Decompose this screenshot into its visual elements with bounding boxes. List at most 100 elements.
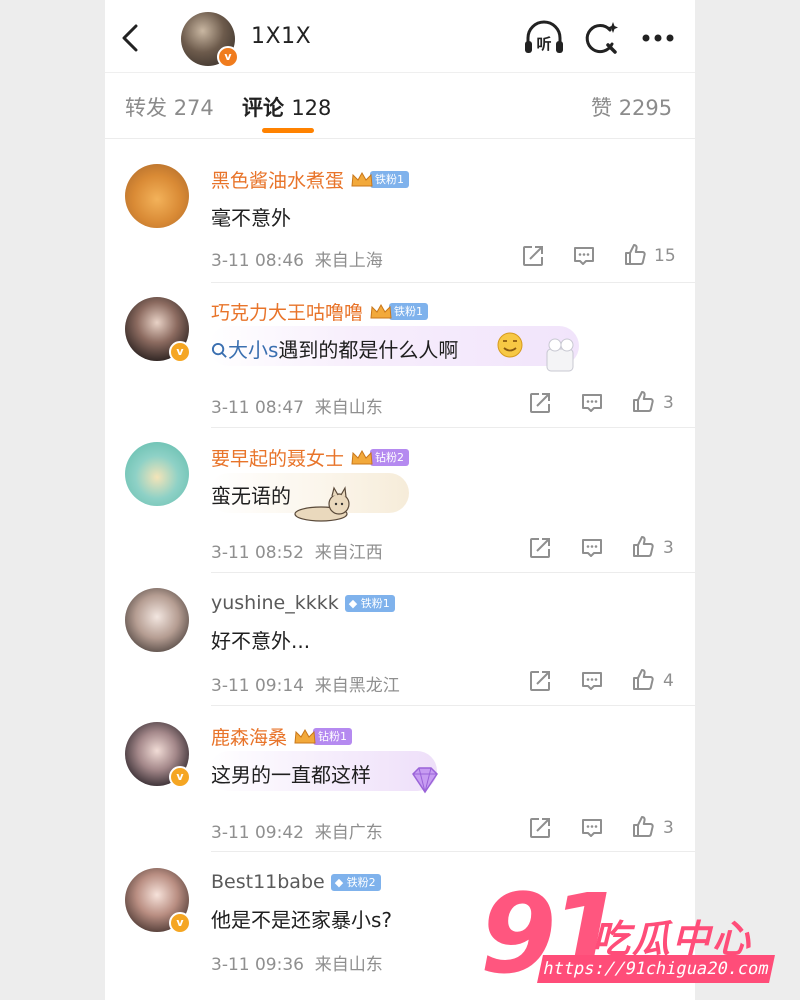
- comment-time: 3-11 08:46: [211, 251, 304, 271]
- comment-item: 黑色酱油水煮蛋 铁粉1 毫不意外 3-11 08:46 来自上海 15: [105, 138, 695, 283]
- commenter-avatar[interactable]: [125, 442, 189, 506]
- fan-level-badge[interactable]: 钻粉1: [313, 727, 353, 745]
- comment-header: 要早起的聂女士 钻粉2: [211, 443, 410, 471]
- fan-level-badge[interactable]: 铁粉1: [370, 170, 410, 188]
- tab-reposts-label: 转发: [125, 96, 167, 120]
- reply-comment-icon[interactable]: [580, 391, 604, 415]
- like-thumb-icon[interactable]: [631, 390, 655, 414]
- tab-bar: 转发 274 评论 128 赞 2295: [105, 72, 695, 139]
- like-count: 3: [663, 538, 674, 558]
- tab-reposts-count: 274: [173, 96, 214, 120]
- comment-header: 黑色酱油水煮蛋 铁粉1: [211, 165, 410, 193]
- commenter-name[interactable]: 巧克力大王咕噜噜: [211, 298, 363, 325]
- commenter-avatar[interactable]: v: [125, 722, 191, 788]
- commenter-name[interactable]: 要早起的聂女士: [211, 444, 344, 471]
- comment-text: 这男的一直都这样: [211, 763, 371, 787]
- fan-level-badge[interactable]: ◆ 铁粉2: [330, 873, 381, 891]
- like-thumb-icon[interactable]: [623, 243, 647, 267]
- cartoon-sticker-icon: [546, 338, 574, 372]
- comment-time: 3-11 09:14: [211, 676, 304, 696]
- comment-location: 来自黑龙江: [314, 676, 400, 696]
- magnifier-icon: [211, 342, 227, 358]
- diamond-gem-icon: [412, 767, 438, 794]
- commenter-name[interactable]: 黑色酱油水煮蛋: [211, 166, 344, 193]
- comment-text: 他是不是还家暴小s?: [211, 908, 393, 932]
- reply-comment-icon[interactable]: [572, 244, 596, 268]
- reply-comment-icon[interactable]: [580, 669, 604, 693]
- tab-comments[interactable]: 评论 128: [242, 92, 331, 122]
- like-thumb-icon[interactable]: [631, 815, 655, 839]
- crown-icon: [370, 303, 392, 319]
- comment-location: 来自上海: [314, 251, 383, 271]
- comment-location: 来自山东: [314, 398, 383, 418]
- reply-comment-icon[interactable]: [580, 816, 604, 840]
- comment-text: 毫不意外: [211, 206, 291, 230]
- topic-search-link[interactable]: 大小s: [211, 338, 278, 362]
- back-arrow-icon[interactable]: [119, 22, 143, 54]
- comment-meta: 3-11 08:47 来自山东: [211, 393, 383, 418]
- comment-meta: 3-11 08:46 来自上海: [211, 246, 383, 271]
- comment-location: 来自江西: [314, 543, 383, 563]
- share-icon[interactable]: [528, 669, 552, 693]
- commenter-avatar[interactable]: [125, 588, 189, 652]
- comment-time: 3-11 08:52: [211, 543, 304, 563]
- like-count: 15: [654, 246, 676, 266]
- commenter-name[interactable]: Best11babe: [211, 871, 325, 893]
- comment-item: v 巧克力大王咕噜噜 铁粉1 大小s遇到的都是什么人啊 3-11 08:47 来…: [105, 283, 695, 428]
- fan-level-badge[interactable]: 钻粉2: [370, 448, 410, 466]
- comment-header: 鹿森海桑 钻粉1: [211, 722, 353, 750]
- phone-screen: v 1X1X 听 转发 274 评论 128 赞 2295 黑色酱油水煮蛋 铁粉…: [105, 0, 695, 1000]
- tab-comments-label: 评论: [242, 96, 284, 120]
- commenter-avatar[interactable]: [125, 164, 189, 228]
- commenter-name[interactable]: yushine_kkkk: [211, 592, 339, 614]
- tab-likes[interactable]: 赞 2295: [591, 92, 672, 122]
- search-sparkle-icon[interactable]: [583, 20, 619, 56]
- watermark-url: https://91chigua20.com: [537, 955, 775, 983]
- like-count: 3: [663, 818, 674, 838]
- like-count: 4: [663, 671, 674, 691]
- like-thumb-icon[interactable]: [631, 535, 655, 559]
- author-name[interactable]: 1X1X: [251, 24, 311, 49]
- comment-text: 好不意外...: [211, 629, 311, 653]
- comment-meta: 3-11 09:42 来自广东: [211, 818, 383, 843]
- comment-header: 巧克力大王咕噜噜 铁粉1: [211, 297, 429, 325]
- share-icon[interactable]: [521, 244, 545, 268]
- comment-meta: 3-11 09:36 来自山东: [211, 950, 383, 975]
- comment-time: 3-11 09:42: [211, 823, 304, 843]
- tab-reposts[interactable]: 转发 274: [125, 92, 214, 122]
- commenter-avatar[interactable]: v: [125, 868, 191, 934]
- tab-likes-count: 2295: [618, 96, 673, 120]
- share-icon[interactable]: [528, 816, 552, 840]
- comment-item: 要早起的聂女士 钻粉2 蛮无语的 3-11 08:52 来自江西 3: [105, 428, 695, 573]
- svg-text:听: 听: [536, 35, 551, 53]
- comment-location: 来自广东: [314, 823, 383, 843]
- comment-item: v 鹿森海桑 钻粉1 这男的一直都这样 3-11 09:42 来自广东 3: [105, 706, 695, 852]
- verified-badge-icon: v: [169, 912, 191, 934]
- comment-text: 大小s遇到的都是什么人啊: [211, 334, 458, 363]
- fan-level-badge-label: 铁粉2: [346, 875, 376, 889]
- share-icon[interactable]: [528, 536, 552, 560]
- commenter-avatar[interactable]: v: [125, 297, 191, 363]
- fan-level-badge[interactable]: 铁粉1: [389, 302, 429, 320]
- comment-meta: 3-11 08:52 来自江西: [211, 538, 383, 563]
- top-bar: v 1X1X 听: [105, 0, 695, 73]
- emoji-icon: [497, 332, 523, 358]
- like-thumb-icon[interactable]: [631, 668, 655, 692]
- comment-item: yushine_kkkk ◆ 铁粉1 好不意外... 3-11 09:14 来自…: [105, 573, 695, 706]
- author-avatar[interactable]: v: [181, 12, 239, 68]
- reply-comment-icon[interactable]: [580, 536, 604, 560]
- fan-level-badge[interactable]: ◆ 铁粉1: [344, 594, 395, 612]
- share-icon[interactable]: [528, 391, 552, 415]
- comment-header: Best11babe ◆ 铁粉2: [211, 868, 381, 896]
- crown-icon: [294, 728, 316, 744]
- more-dots-icon[interactable]: [639, 20, 677, 56]
- verified-badge-icon: v: [169, 766, 191, 788]
- comment-location: 来自山东: [314, 955, 383, 975]
- listen-headphones-icon[interactable]: 听: [523, 20, 565, 56]
- fan-level-badge-label: 铁粉1: [360, 596, 390, 610]
- topic-link-text: 大小s: [228, 338, 279, 362]
- commenter-name[interactable]: 鹿森海桑: [211, 723, 287, 750]
- comment-text: 蛮无语的: [211, 484, 291, 508]
- crown-icon: [351, 171, 373, 187]
- comment-header: yushine_kkkk ◆ 铁粉1: [211, 589, 395, 617]
